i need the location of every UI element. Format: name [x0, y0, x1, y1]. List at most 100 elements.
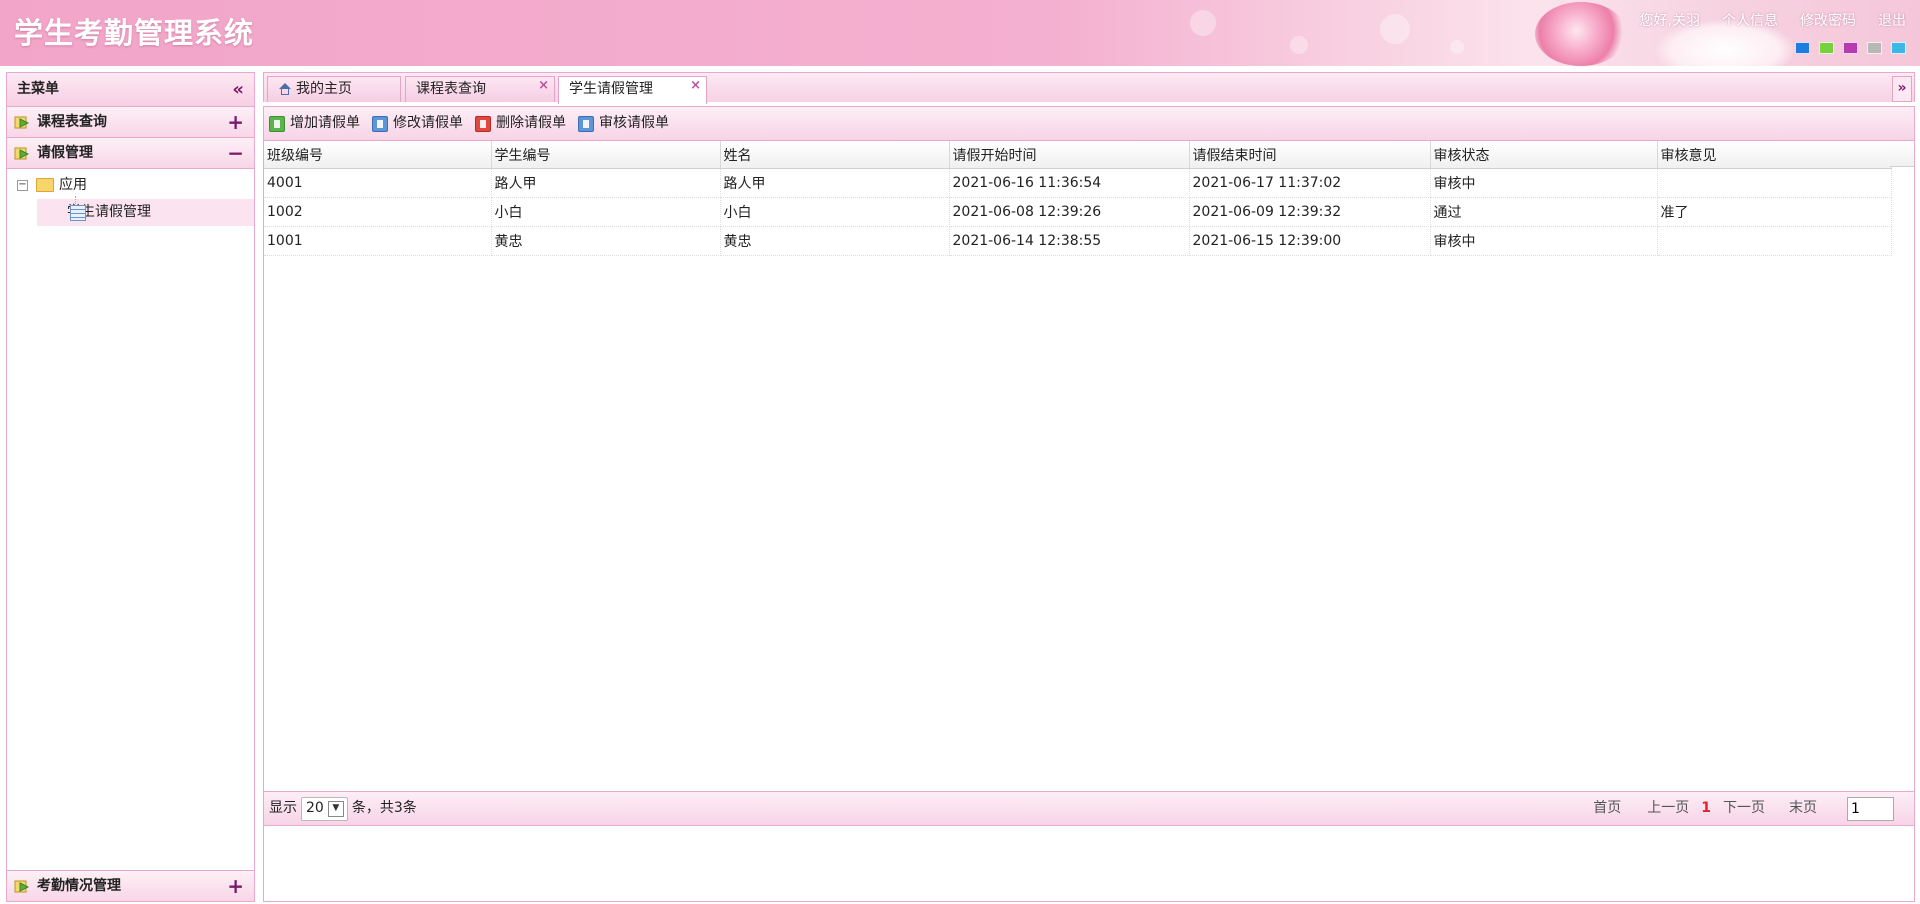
add-leave-label: 增加请假单 [290, 115, 360, 131]
leave-panel: 增加请假单 修改请假单 删除请假单 审核请假单 班级编号 学生编号 姓名 请假开… [263, 106, 1915, 902]
header-decoration [1380, 14, 1410, 44]
profile-link[interactable]: 个人信息 [1722, 10, 1778, 30]
audit-leave-label: 审核请假单 [599, 115, 669, 131]
column-header[interactable]: 请假结束时间 [1189, 141, 1431, 169]
column-header[interactable]: 请假开始时间 [949, 141, 1190, 169]
audit-leave-button[interactable]: 审核请假单 [578, 107, 669, 140]
tabs-scroll-icon[interactable]: » [1892, 76, 1912, 102]
edit-icon [372, 115, 388, 132]
cell-class-id: 1001 [264, 226, 492, 256]
navigation-tree: − 应用 学生请假管理 [7, 169, 254, 226]
cell-start-time: 2021-06-08 12:39:26 [949, 197, 1190, 227]
column-header[interactable]: 审核意见 [1657, 141, 1892, 169]
cell-student-id: 黄忠 [491, 226, 721, 256]
page-jump-input[interactable] [1847, 796, 1894, 821]
total-text: 条，共3条 [351, 800, 417, 816]
column-header[interactable]: 学生编号 [491, 141, 721, 169]
page-size-group: 显示 20 ▼ 条，共3条 [269, 792, 417, 825]
home-icon [278, 83, 292, 95]
tree-node-label: 应用 [59, 177, 87, 193]
cell-status: 审核中 [1430, 168, 1658, 198]
cell-opinion [1657, 168, 1892, 198]
accordion-label: 课程表查询 [37, 114, 107, 130]
accordion-attendance[interactable]: 考勤情况管理 + [7, 870, 254, 901]
table-header-row: 班级编号 学生编号 姓名 请假开始时间 请假结束时间 审核状态 审核意见 [264, 141, 1892, 169]
module-icon [14, 880, 30, 893]
cell-class-id: 1002 [264, 197, 492, 227]
column-header[interactable]: 班级编号 [264, 141, 492, 169]
theme-purple-swatch[interactable] [1843, 42, 1858, 54]
theme-switcher [1786, 42, 1906, 54]
cell-end-time: 2021-06-17 11:37:02 [1189, 168, 1431, 198]
greeting-link[interactable]: 您好,关羽 [1640, 10, 1700, 30]
tab-student-leave[interactable]: 学生请假管理 × [558, 76, 707, 104]
tab-label: 学生请假管理 [569, 81, 653, 97]
module-icon [14, 116, 30, 129]
toolbar: 增加请假单 修改请假单 删除请假单 审核请假单 [264, 107, 1914, 141]
theme-blue-swatch[interactable] [1795, 42, 1810, 54]
cell-status: 审核中 [1430, 226, 1658, 256]
cell-end-time: 2021-06-09 12:39:32 [1189, 197, 1431, 227]
tab-home[interactable]: 我的主页 [267, 76, 401, 102]
expand-icon[interactable]: + [227, 107, 244, 137]
cell-opinion [1657, 226, 1892, 256]
theme-gray-swatch[interactable] [1867, 42, 1882, 54]
cell-student-id: 小白 [491, 197, 721, 227]
close-tab-icon[interactable]: × [538, 74, 549, 98]
rose-decoration [1535, 2, 1627, 66]
cell-name: 黄忠 [720, 226, 950, 256]
audit-icon [578, 115, 594, 132]
tab-strip: 我的主页 课程表查询 × 学生请假管理 × » [263, 72, 1915, 104]
column-header[interactable]: 审核状态 [1430, 141, 1658, 169]
theme-green-swatch[interactable] [1819, 42, 1834, 54]
cell-opinion: 准了 [1657, 197, 1892, 227]
cell-class-id: 4001 [264, 168, 492, 198]
page-size-select[interactable]: 20 ▼ [301, 796, 348, 821]
tree-node-app[interactable]: − 应用 [7, 172, 254, 199]
accordion-course-schedule[interactable]: 课程表查询 + [7, 107, 254, 138]
add-leave-button[interactable]: 增加请假单 [269, 107, 360, 140]
cell-name: 小白 [720, 197, 950, 227]
user-links: 您好,关羽 个人信息 修改密码 退出 [1618, 10, 1906, 30]
current-page-number: 1 [1701, 800, 1711, 816]
tree-collapse-icon[interactable]: − [17, 179, 28, 191]
header-decoration [1450, 40, 1464, 54]
table-row[interactable]: 4001 路人甲 路人甲 2021-06-16 11:36:54 2021-06… [264, 168, 1892, 198]
theme-cyan-swatch[interactable] [1891, 42, 1906, 54]
app-header: 学生考勤管理系统 您好,关羽 个人信息 修改密码 退出 [0, 0, 1920, 66]
tree-node-student-leave[interactable]: 学生请假管理 [37, 196, 254, 226]
expand-icon[interactable]: + [227, 871, 244, 901]
next-page-link[interactable]: 下一页 [1723, 792, 1765, 825]
tab-course-schedule[interactable]: 课程表查询 × [405, 76, 555, 102]
table-row[interactable]: 1001 黄忠 黄忠 2021-06-14 12:38:55 2021-06-1… [264, 226, 1892, 256]
last-page-link[interactable]: 末页 [1789, 792, 1817, 825]
edit-leave-button[interactable]: 修改请假单 [372, 107, 463, 140]
leave-grid: 班级编号 学生编号 姓名 请假开始时间 请假结束时间 审核状态 审核意见 400… [264, 141, 1914, 791]
first-page-link[interactable]: 首页 [1593, 792, 1621, 825]
logout-link[interactable]: 退出 [1878, 10, 1906, 30]
pagination-bar: 显示 20 ▼ 条，共3条 首页 上一页 1 下一页 末页 [264, 791, 1914, 826]
collapse-sidebar-icon[interactable]: « [232, 73, 244, 106]
accordion-label: 考勤情况管理 [37, 878, 121, 894]
cell-student-id: 路人甲 [491, 168, 721, 198]
collapse-icon[interactable]: − [227, 138, 244, 168]
leave-table: 班级编号 学生编号 姓名 请假开始时间 请假结束时间 审核状态 审核意见 400… [264, 141, 1892, 256]
module-icon [14, 147, 30, 160]
show-label: 显示 [269, 800, 297, 816]
accordion-leave-management[interactable]: 请假管理 − [7, 138, 254, 169]
delete-leave-button[interactable]: 删除请假单 [475, 107, 566, 140]
header-decoration [1290, 36, 1308, 54]
page-nav: 首页 上一页 1 下一页 末页 [1575, 792, 1894, 825]
cell-start-time: 2021-06-14 12:38:55 [949, 226, 1190, 256]
table-row[interactable]: 1002 小白 小白 2021-06-08 12:39:26 2021-06-0… [264, 197, 1892, 227]
add-icon [269, 115, 285, 132]
column-header[interactable]: 姓名 [720, 141, 950, 169]
cell-start-time: 2021-06-16 11:36:54 [949, 168, 1190, 198]
close-tab-icon[interactable]: × [690, 74, 701, 98]
sidebar-header: 主菜单 « [7, 73, 254, 107]
tab-label: 课程表查询 [416, 81, 486, 97]
page-size-value: 20 [306, 800, 324, 816]
change-password-link[interactable]: 修改密码 [1800, 10, 1856, 30]
prev-page-link[interactable]: 上一页 [1647, 792, 1689, 825]
cell-end-time: 2021-06-15 12:39:00 [1189, 226, 1431, 256]
